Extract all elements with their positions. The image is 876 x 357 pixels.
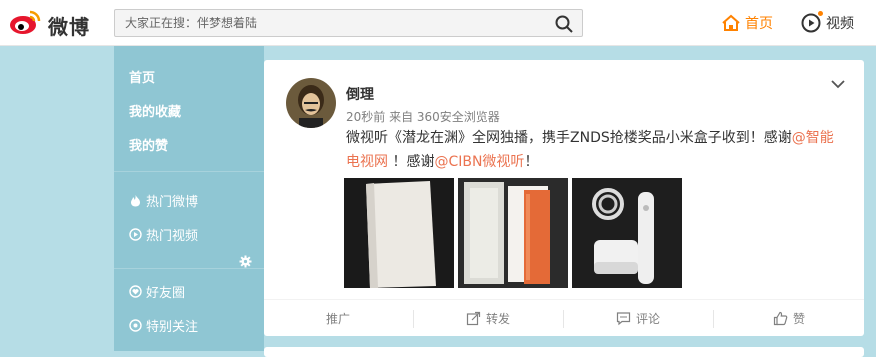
brand-name: 微博 [48, 15, 90, 39]
photo-box [344, 178, 454, 288]
action-label: 转发 [485, 312, 510, 326]
search-input[interactable] [115, 10, 545, 36]
photo-package [458, 178, 568, 288]
nav-home-label: 首页 [745, 16, 773, 32]
sidebar-item-label: 好友圈 [146, 286, 186, 301]
sidebar-item-likes[interactable]: 我的赞 [129, 135, 168, 154]
sidebar-item-hot-weibo[interactable]: 热门微博 [129, 191, 198, 210]
photo-devices [572, 178, 682, 288]
flame-icon [131, 195, 140, 207]
sidebar-item-special-follow[interactable]: 特别关注 [129, 316, 198, 335]
nav-video[interactable]: 视频 [800, 11, 854, 34]
promote-button[interactable]: 推广 [264, 300, 412, 337]
post-meta: 20秒前 来自 360安全浏览器 [346, 110, 500, 124]
feed-card: 倒理 20秒前 来自 360安全浏览器 微视听《潜龙在渊》全网独播，携手ZNDS… [264, 60, 864, 336]
avatar-image [286, 78, 336, 128]
post-image[interactable] [344, 178, 454, 288]
search-icon[interactable] [554, 14, 574, 34]
action-label: 推广 [325, 312, 350, 326]
like-button[interactable]: 赞 [714, 300, 864, 337]
top-bar: 微博 首页 视频 [0, 0, 876, 46]
sidebar-item-label: 我的赞 [129, 139, 169, 154]
sidebar-item-friends-circle[interactable]: 好友圈 [129, 282, 185, 301]
sidebar-item-label: 热门视频 [146, 229, 199, 244]
chevron-down-icon[interactable] [830, 76, 846, 92]
nav-video-label: 视频 [826, 16, 854, 32]
notification-dot [818, 11, 823, 16]
weibo-eye-icon [10, 10, 41, 34]
divider [114, 268, 264, 269]
feed-card-next [264, 347, 864, 357]
heart-circle-icon [129, 285, 142, 298]
play-circle-icon [129, 228, 142, 241]
home-icon [722, 14, 740, 31]
avatar[interactable] [286, 78, 336, 128]
post-text: 微视听《潜龙在渊》全网独播，携手ZNDS抢楼奖品小米盒子收到！感谢@智能电视网 … [346, 126, 846, 174]
sidebar-item-home[interactable]: 首页 [129, 67, 155, 86]
post-text-part: 微视听《潜龙在渊》全网独播，携手ZNDS抢楼奖品小米盒子收到！感谢 [346, 130, 792, 146]
sidebar-item-label: 热门微博 [146, 195, 199, 210]
gear-icon[interactable] [239, 255, 252, 268]
action-bar: 推广 转发 评论 赞 [264, 299, 864, 337]
sidebar-item-label: 特别关注 [146, 320, 199, 335]
action-label: 赞 [792, 312, 805, 326]
search-box [114, 9, 583, 37]
thumbs-up-icon [773, 311, 788, 326]
comment-icon [616, 312, 631, 326]
post-text-part: ！ [524, 154, 539, 170]
action-label: 评论 [635, 312, 660, 326]
post-author[interactable]: 倒理 [346, 84, 374, 104]
mention-link[interactable]: @CIBN微视听 [434, 154, 524, 170]
sidebar-item-favorites[interactable]: 我的收藏 [129, 101, 181, 120]
sidebar-item-hot-video[interactable]: 热门视频 [129, 225, 198, 244]
left-nav: 首页 我的收藏 我的赞 热门微博 热门视频 好友圈 特别关注 [114, 46, 264, 351]
target-icon [129, 319, 142, 332]
nav-home[interactable]: 首页 [721, 12, 773, 34]
sidebar-item-label: 我的收藏 [129, 105, 182, 120]
comment-button[interactable]: 评论 [564, 300, 712, 337]
post-image[interactable] [572, 178, 682, 288]
divider [114, 171, 264, 172]
weibo-logo[interactable]: 微博 [8, 6, 98, 39]
post-image[interactable] [458, 178, 568, 288]
repost-button[interactable]: 转发 [414, 300, 562, 337]
post-text-part: ！感谢 [388, 154, 435, 170]
sidebar-item-label: 首页 [129, 71, 156, 86]
repost-icon [466, 311, 481, 326]
